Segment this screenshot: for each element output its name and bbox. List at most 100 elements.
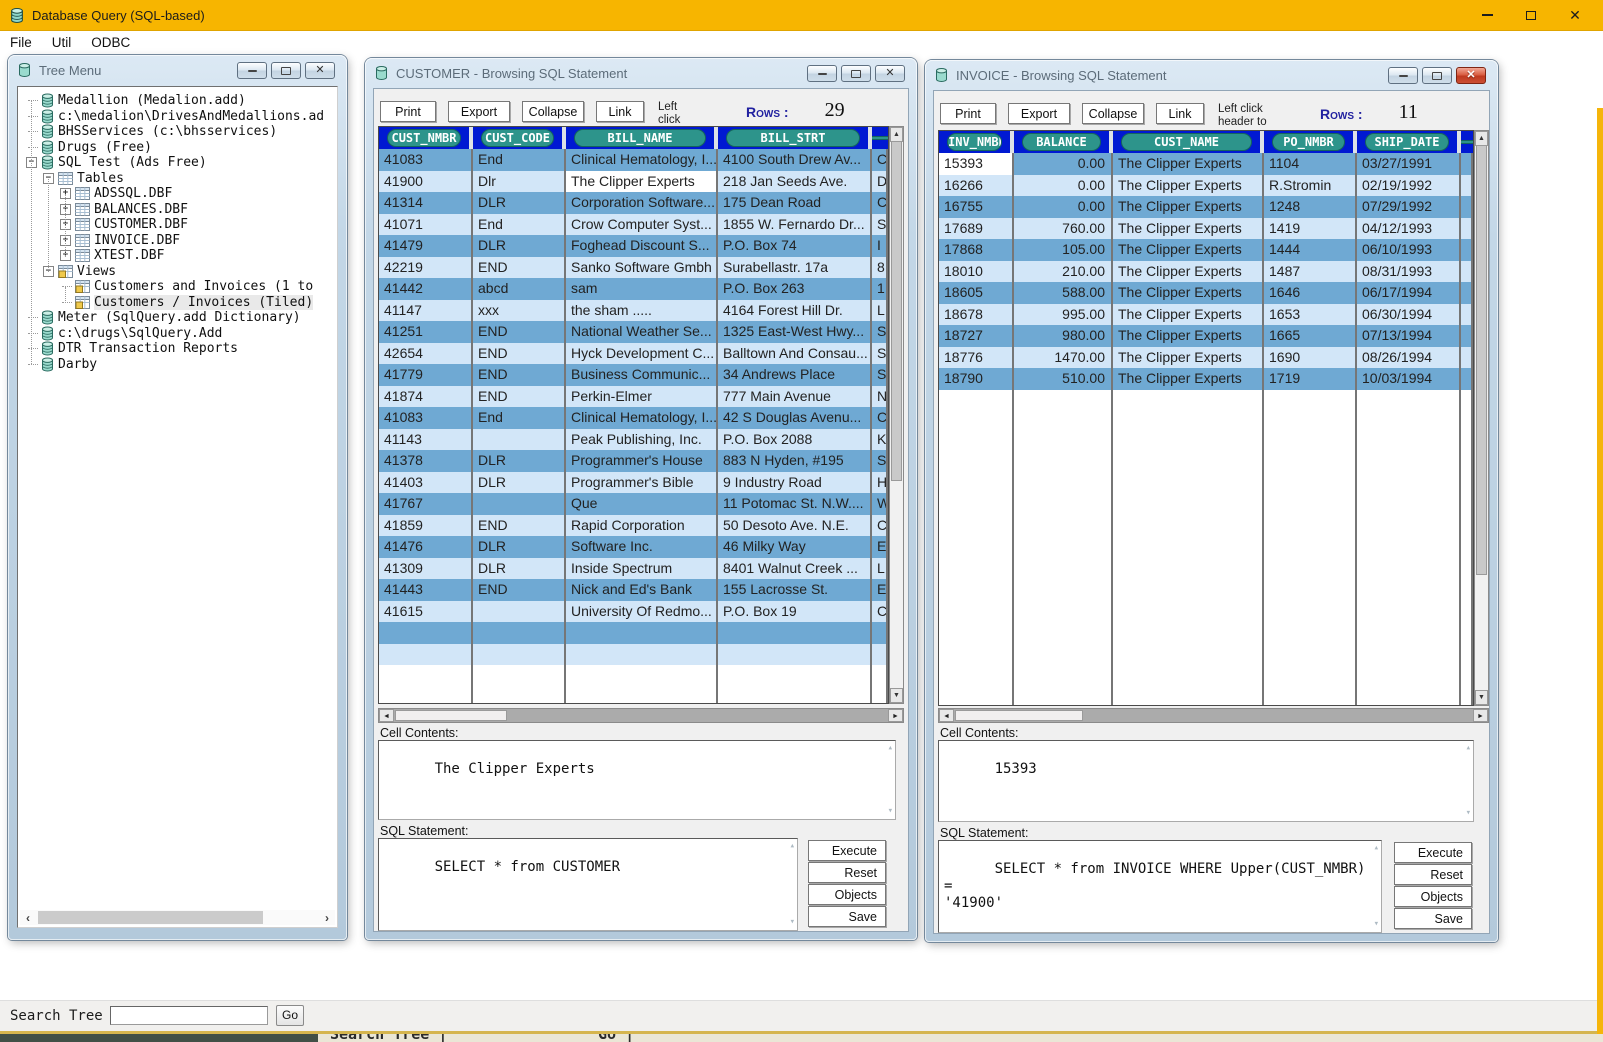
invoice-sql-input[interactable]: SELECT * from INVOICE WHERE Upper(CUST_N…	[938, 840, 1382, 933]
table-row[interactable]: 41083EndClinical Hematology, I...42 S Do…	[379, 407, 888, 429]
objects-button[interactable]: Objects	[808, 884, 886, 905]
table-cell[interactable]: Foghead Discount S...	[566, 235, 718, 257]
table-cell[interactable]: 41615	[379, 601, 473, 623]
table-cell[interactable]: 41403	[379, 472, 473, 494]
table-cell[interactable]	[872, 622, 888, 644]
table-cell[interactable]: END	[473, 386, 566, 408]
tree-item[interactable]: +XTEST.DBF	[26, 248, 337, 264]
app-close-button[interactable]: ✕	[1554, 0, 1596, 30]
table-cell[interactable]: P.O. Box 2088	[718, 429, 872, 451]
customer-close-button[interactable]: ✕	[875, 65, 905, 82]
column-header-po_nmbr[interactable]: PO_NMBR	[1264, 131, 1357, 153]
invoice-vertical-scrollbar[interactable]: ▲ ▼	[1474, 130, 1489, 706]
table-cell[interactable]: S	[872, 321, 888, 343]
table-row[interactable]: 18605588.00The Clipper Experts164606/17/…	[939, 282, 1473, 304]
column-header-partial[interactable]	[872, 127, 888, 149]
table-cell[interactable]: Que	[566, 493, 718, 515]
table-cell[interactable]: 04/12/1993	[1357, 218, 1461, 240]
table-row[interactable]: 41309DLRInside Spectrum8401 Walnut Creek…	[379, 558, 888, 580]
table-cell[interactable]: 46 Milky Way	[718, 536, 872, 558]
invoice-minimize-button[interactable]	[1388, 67, 1418, 84]
table-cell[interactable]: 588.00	[1014, 282, 1113, 304]
scroll-right-icon[interactable]: ›	[319, 911, 335, 925]
table-cell[interactable]: 510.00	[1014, 368, 1113, 390]
link-button[interactable]: Link	[1156, 103, 1204, 124]
table-cell[interactable]: 16755	[939, 196, 1014, 218]
spin-down-icon[interactable]: ▾	[790, 918, 795, 927]
table-row[interactable]: 17868105.00The Clipper Experts144406/10/…	[939, 239, 1473, 261]
table-cell[interactable]: 41378	[379, 450, 473, 472]
spin-up-icon[interactable]: ▴	[888, 744, 893, 753]
table-cell[interactable]: The Clipper Experts	[1113, 368, 1264, 390]
spin-up-icon[interactable]: ▴	[1374, 844, 1379, 853]
table-cell[interactable]: 08/31/1993	[1357, 261, 1461, 283]
table-row[interactable]: 41859ENDRapid Corporation50 Desoto Ave. …	[379, 515, 888, 537]
table-row[interactable]: 18790510.00The Clipper Experts171910/03/…	[939, 368, 1473, 390]
column-header-partial[interactable]	[1461, 131, 1473, 153]
table-cell[interactable]: xxx	[473, 300, 566, 322]
table-cell[interactable]: End	[473, 407, 566, 429]
table-cell[interactable]: The Clipper Experts	[1113, 175, 1264, 197]
table-row[interactable]: 17689760.00The Clipper Experts141904/12/…	[939, 218, 1473, 240]
table-cell[interactable]: N	[872, 386, 888, 408]
scrollbar-thumb[interactable]	[891, 141, 902, 481]
table-cell[interactable]: The Clipper Experts	[1113, 325, 1264, 347]
tree-minimize-button[interactable]	[237, 62, 267, 79]
tree-item[interactable]: +INVOICE.DBF	[26, 233, 337, 249]
table-cell[interactable]: The Clipper Experts	[1113, 347, 1264, 369]
table-cell[interactable]: 03/27/1991	[1357, 153, 1461, 175]
scroll-left-icon[interactable]: ◄	[379, 709, 394, 722]
table-cell[interactable]: 17689	[939, 218, 1014, 240]
tree-maximize-button[interactable]	[271, 62, 301, 79]
invoice-horizontal-scrollbar[interactable]: ◄ ►	[938, 708, 1489, 723]
table-cell[interactable]	[1461, 282, 1473, 304]
tree-close-button[interactable]: ✕	[305, 62, 335, 79]
save-button[interactable]: Save	[1394, 908, 1472, 929]
table-cell[interactable]: C	[872, 601, 888, 623]
table-cell[interactable]: 41859	[379, 515, 473, 537]
scroll-up-icon[interactable]: ▲	[1475, 131, 1488, 146]
table-cell[interactable]: sam	[566, 278, 718, 300]
table-cell[interactable]: 41314	[379, 192, 473, 214]
menu-odbc[interactable]: ODBC	[81, 35, 140, 50]
table-cell[interactable]: 41251	[379, 321, 473, 343]
table-cell[interactable]: 210.00	[1014, 261, 1113, 283]
execute-button[interactable]: Execute	[1394, 842, 1472, 863]
tree-item[interactable]: Meter (SqlQuery.add Dictionary)	[26, 310, 337, 326]
table-row[interactable]: 41403DLRProgrammer's Bible9 Industry Roa…	[379, 472, 888, 494]
customer-horizontal-scrollbar[interactable]: ◄ ►	[378, 708, 904, 723]
collapse-button[interactable]: Collapse	[1082, 103, 1144, 124]
menu-util[interactable]: Util	[42, 35, 82, 50]
column-header-bill_strt[interactable]: BILL_STRT	[718, 127, 872, 149]
table-cell[interactable]: 11 Potomac St. N.W....	[718, 493, 872, 515]
table-row[interactable]	[379, 644, 888, 666]
scroll-down-icon[interactable]: ▼	[1475, 690, 1488, 705]
table-cell[interactable]: C	[872, 192, 888, 214]
table-cell[interactable]: 16266	[939, 175, 1014, 197]
table-cell[interactable]	[379, 644, 473, 666]
table-cell[interactable]: Software Inc.	[566, 536, 718, 558]
table-cell[interactable]	[566, 644, 718, 666]
table-cell[interactable]: DLR	[473, 235, 566, 257]
table-cell[interactable]: 41779	[379, 364, 473, 386]
tree-item[interactable]: BHSServices (c:\bhsservices)	[26, 124, 337, 140]
spin-down-icon[interactable]: ▾	[888, 807, 893, 816]
table-cell[interactable]: Sanko Software Gmbh	[566, 257, 718, 279]
table-cell[interactable]: 41147	[379, 300, 473, 322]
table-cell[interactable]	[1461, 304, 1473, 326]
tree-item[interactable]: +CUSTOMER.DBF	[26, 217, 337, 233]
app-maximize-button[interactable]	[1510, 0, 1552, 30]
table-cell[interactable]	[1461, 175, 1473, 197]
table-cell[interactable]: 41083	[379, 149, 473, 171]
tree-item[interactable]: +BALANCES.DBF	[26, 202, 337, 218]
table-cell[interactable]: 10/03/1994	[1357, 368, 1461, 390]
spin-up-icon[interactable]: ▴	[790, 842, 795, 851]
export-button[interactable]: Export	[448, 101, 510, 122]
table-cell[interactable]: Business Communic...	[566, 364, 718, 386]
table-cell[interactable]: 42219	[379, 257, 473, 279]
table-row[interactable]: 41143Peak Publishing, Inc.P.O. Box 2088K	[379, 429, 888, 451]
execute-button[interactable]: Execute	[808, 840, 886, 861]
table-cell[interactable]: S	[872, 343, 888, 365]
column-header-cust_name[interactable]: CUST_NAME	[1113, 131, 1264, 153]
column-header-ship_date[interactable]: SHIP_DATE	[1357, 131, 1461, 153]
